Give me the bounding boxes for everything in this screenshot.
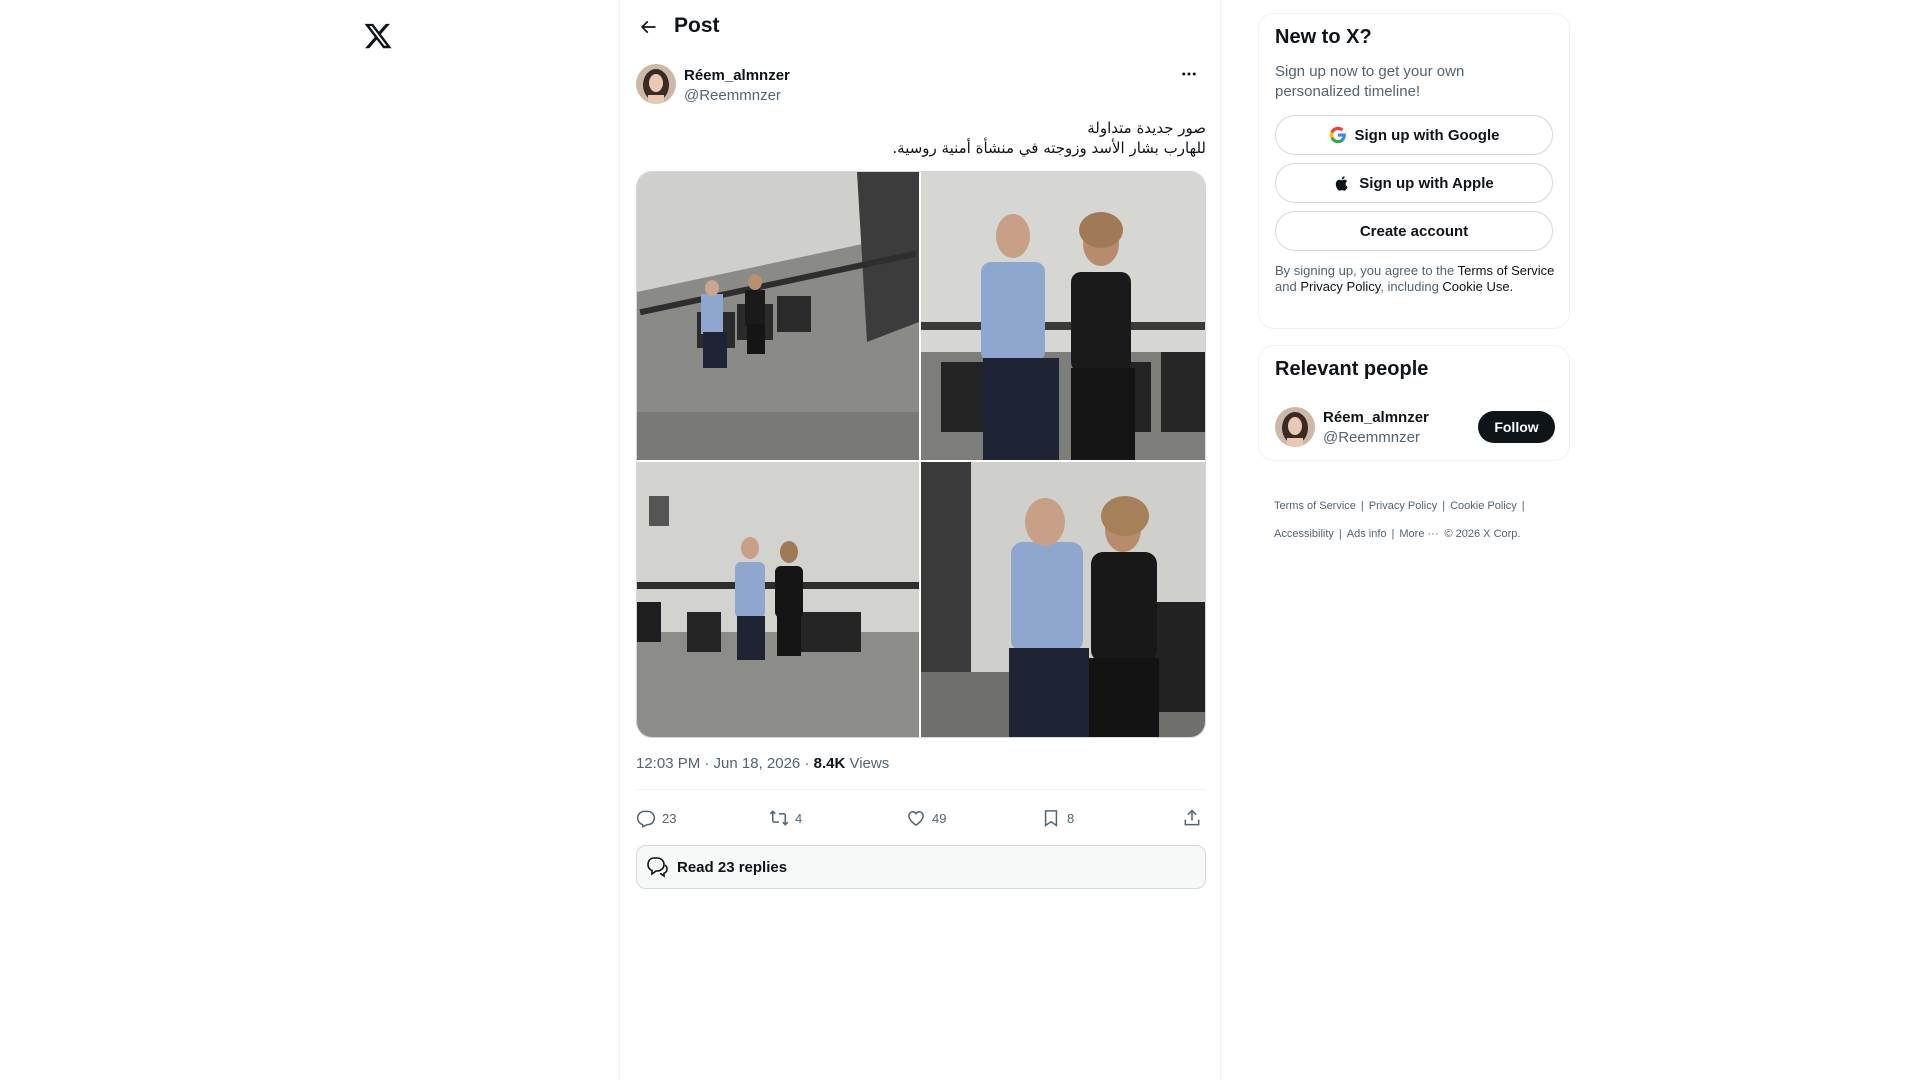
back-arrow-icon (640, 20, 656, 34)
author-handle[interactable]: @Reemmnzer (684, 87, 781, 104)
bookmark-button[interactable]: 8 (1041, 803, 1074, 833)
footer-copyright: © 2026 X Corp. (1444, 528, 1521, 540)
footer-separator: | (1442, 500, 1446, 512)
retweet-icon (769, 810, 789, 826)
terms-link[interactable]: Terms of Service (1458, 263, 1555, 278)
footer-separator: | (1338, 528, 1342, 540)
retweet-count: 4 (795, 810, 803, 826)
like-button[interactable]: 49 (906, 803, 946, 833)
follow-button[interactable]: Follow (1478, 411, 1555, 443)
privacy-link[interactable]: Privacy Policy (1300, 279, 1380, 294)
signup-card: New to X? Sign up now to get your own pe… (1258, 13, 1570, 329)
tweet-text-line: للهارب بشار الأسد وزوجته في منشأة أمنية … (892, 139, 1206, 157)
share-icon (1184, 809, 1200, 826)
tweet-photo[interactable] (637, 172, 919, 460)
post-header: Post (620, 0, 1220, 53)
tweet-actions: 23 4 49 8 (636, 803, 1206, 833)
chat-bubbles-icon (647, 857, 668, 878)
back-button[interactable] (633, 12, 663, 42)
tweet-photo[interactable] (921, 172, 1205, 460)
tweet-timestamp[interactable]: 12:03 PM · Jun 18, 2026 · (636, 755, 814, 772)
footer-terms-link[interactable]: Terms of Service (1274, 499, 1356, 513)
google-signup-button[interactable]: Sign up with Google (1275, 115, 1553, 155)
author-name[interactable]: Réem_almnzer (684, 67, 790, 84)
footer-separator: | (1360, 500, 1364, 512)
reply-button[interactable]: 23 (636, 803, 676, 833)
post-column: Post Réem_almnzer @Reemmnzer صور جديدة م… (619, 0, 1221, 1080)
signup-title: New to X? (1275, 26, 1372, 48)
footer-ads-link[interactable]: Ads info (1347, 527, 1387, 541)
tweet-meta: 12:03 PM · Jun 18, 2026 · 8.4K Views (636, 755, 889, 772)
tweet-text: صور جديدة متداولة للهارب بشار الأسد وزوج… (636, 118, 1206, 158)
tweet-photo[interactable] (637, 462, 919, 737)
create-account-button[interactable]: Create account (1275, 211, 1553, 251)
apple-signup-label: Sign up with Apple (1359, 174, 1494, 192)
retweet-button[interactable]: 4 (769, 803, 802, 833)
like-icon (908, 810, 924, 826)
like-count: 49 (932, 810, 947, 826)
google-icon (1329, 126, 1346, 144)
relevant-people-card: Relevant people Réem_almnzer @Reemmnzer … (1258, 345, 1570, 461)
legal-prefix: By signing up, you agree to the (1275, 263, 1458, 278)
divider (636, 789, 1206, 790)
footer-accessibility-link[interactable]: Accessibility (1274, 527, 1334, 541)
share-button[interactable] (1182, 803, 1202, 833)
apple-icon (1336, 175, 1348, 191)
google-signup-label: Sign up with Google (1354, 126, 1500, 144)
reply-icon (636, 810, 656, 828)
create-account-label: Create account (1359, 222, 1469, 240)
cookie-use-link[interactable]: Cookie Use. (1442, 279, 1513, 294)
footer-cookie-link[interactable]: Cookie Policy (1450, 499, 1517, 513)
person-handle[interactable]: @Reemmnzer (1323, 429, 1420, 446)
legal-and: and (1275, 279, 1301, 294)
tweet-text-line: صور جديدة متداولة (1087, 119, 1206, 137)
views-count: 8.4K (813, 755, 846, 772)
footer-separator: | (1521, 500, 1525, 512)
bookmark-count: 8 (1067, 810, 1075, 826)
x-logo-icon[interactable] (363, 21, 393, 51)
tweet-media-grid (636, 171, 1206, 738)
tweet-author: Réem_almnzer @Reemmnzer (636, 64, 1206, 108)
reply-count: 23 (662, 810, 677, 826)
more-icon (1182, 72, 1196, 76)
footer-privacy-link[interactable]: Privacy Policy (1369, 499, 1437, 513)
relevant-title: Relevant people (1275, 358, 1429, 380)
page-title: Post (674, 14, 720, 37)
footer: Terms of Service | Privacy Policy | Cookie… (1274, 492, 1574, 548)
bookmark-icon (1044, 810, 1058, 827)
legal-including: , including (1380, 279, 1443, 294)
tweet-photo[interactable] (921, 462, 1205, 737)
footer-separator: | (1391, 528, 1395, 540)
signup-subtitle: Sign up now to get your own personalized… (1275, 63, 1465, 100)
more-button[interactable] (1172, 64, 1206, 84)
footer-more-link[interactable]: More ··· (1399, 527, 1438, 541)
read-replies-label: Read 23 replies (677, 858, 788, 876)
person-name[interactable]: Réem_almnzer (1323, 409, 1429, 426)
read-replies-button[interactable]: Read 23 replies (636, 845, 1206, 889)
signup-legal-text: By signing up, you agree to the Terms of… (1275, 263, 1557, 295)
apple-signup-button[interactable]: Sign up with Apple (1275, 163, 1553, 203)
avatar[interactable] (1275, 407, 1315, 447)
views-label: Views (845, 755, 890, 772)
avatar[interactable] (636, 64, 676, 104)
